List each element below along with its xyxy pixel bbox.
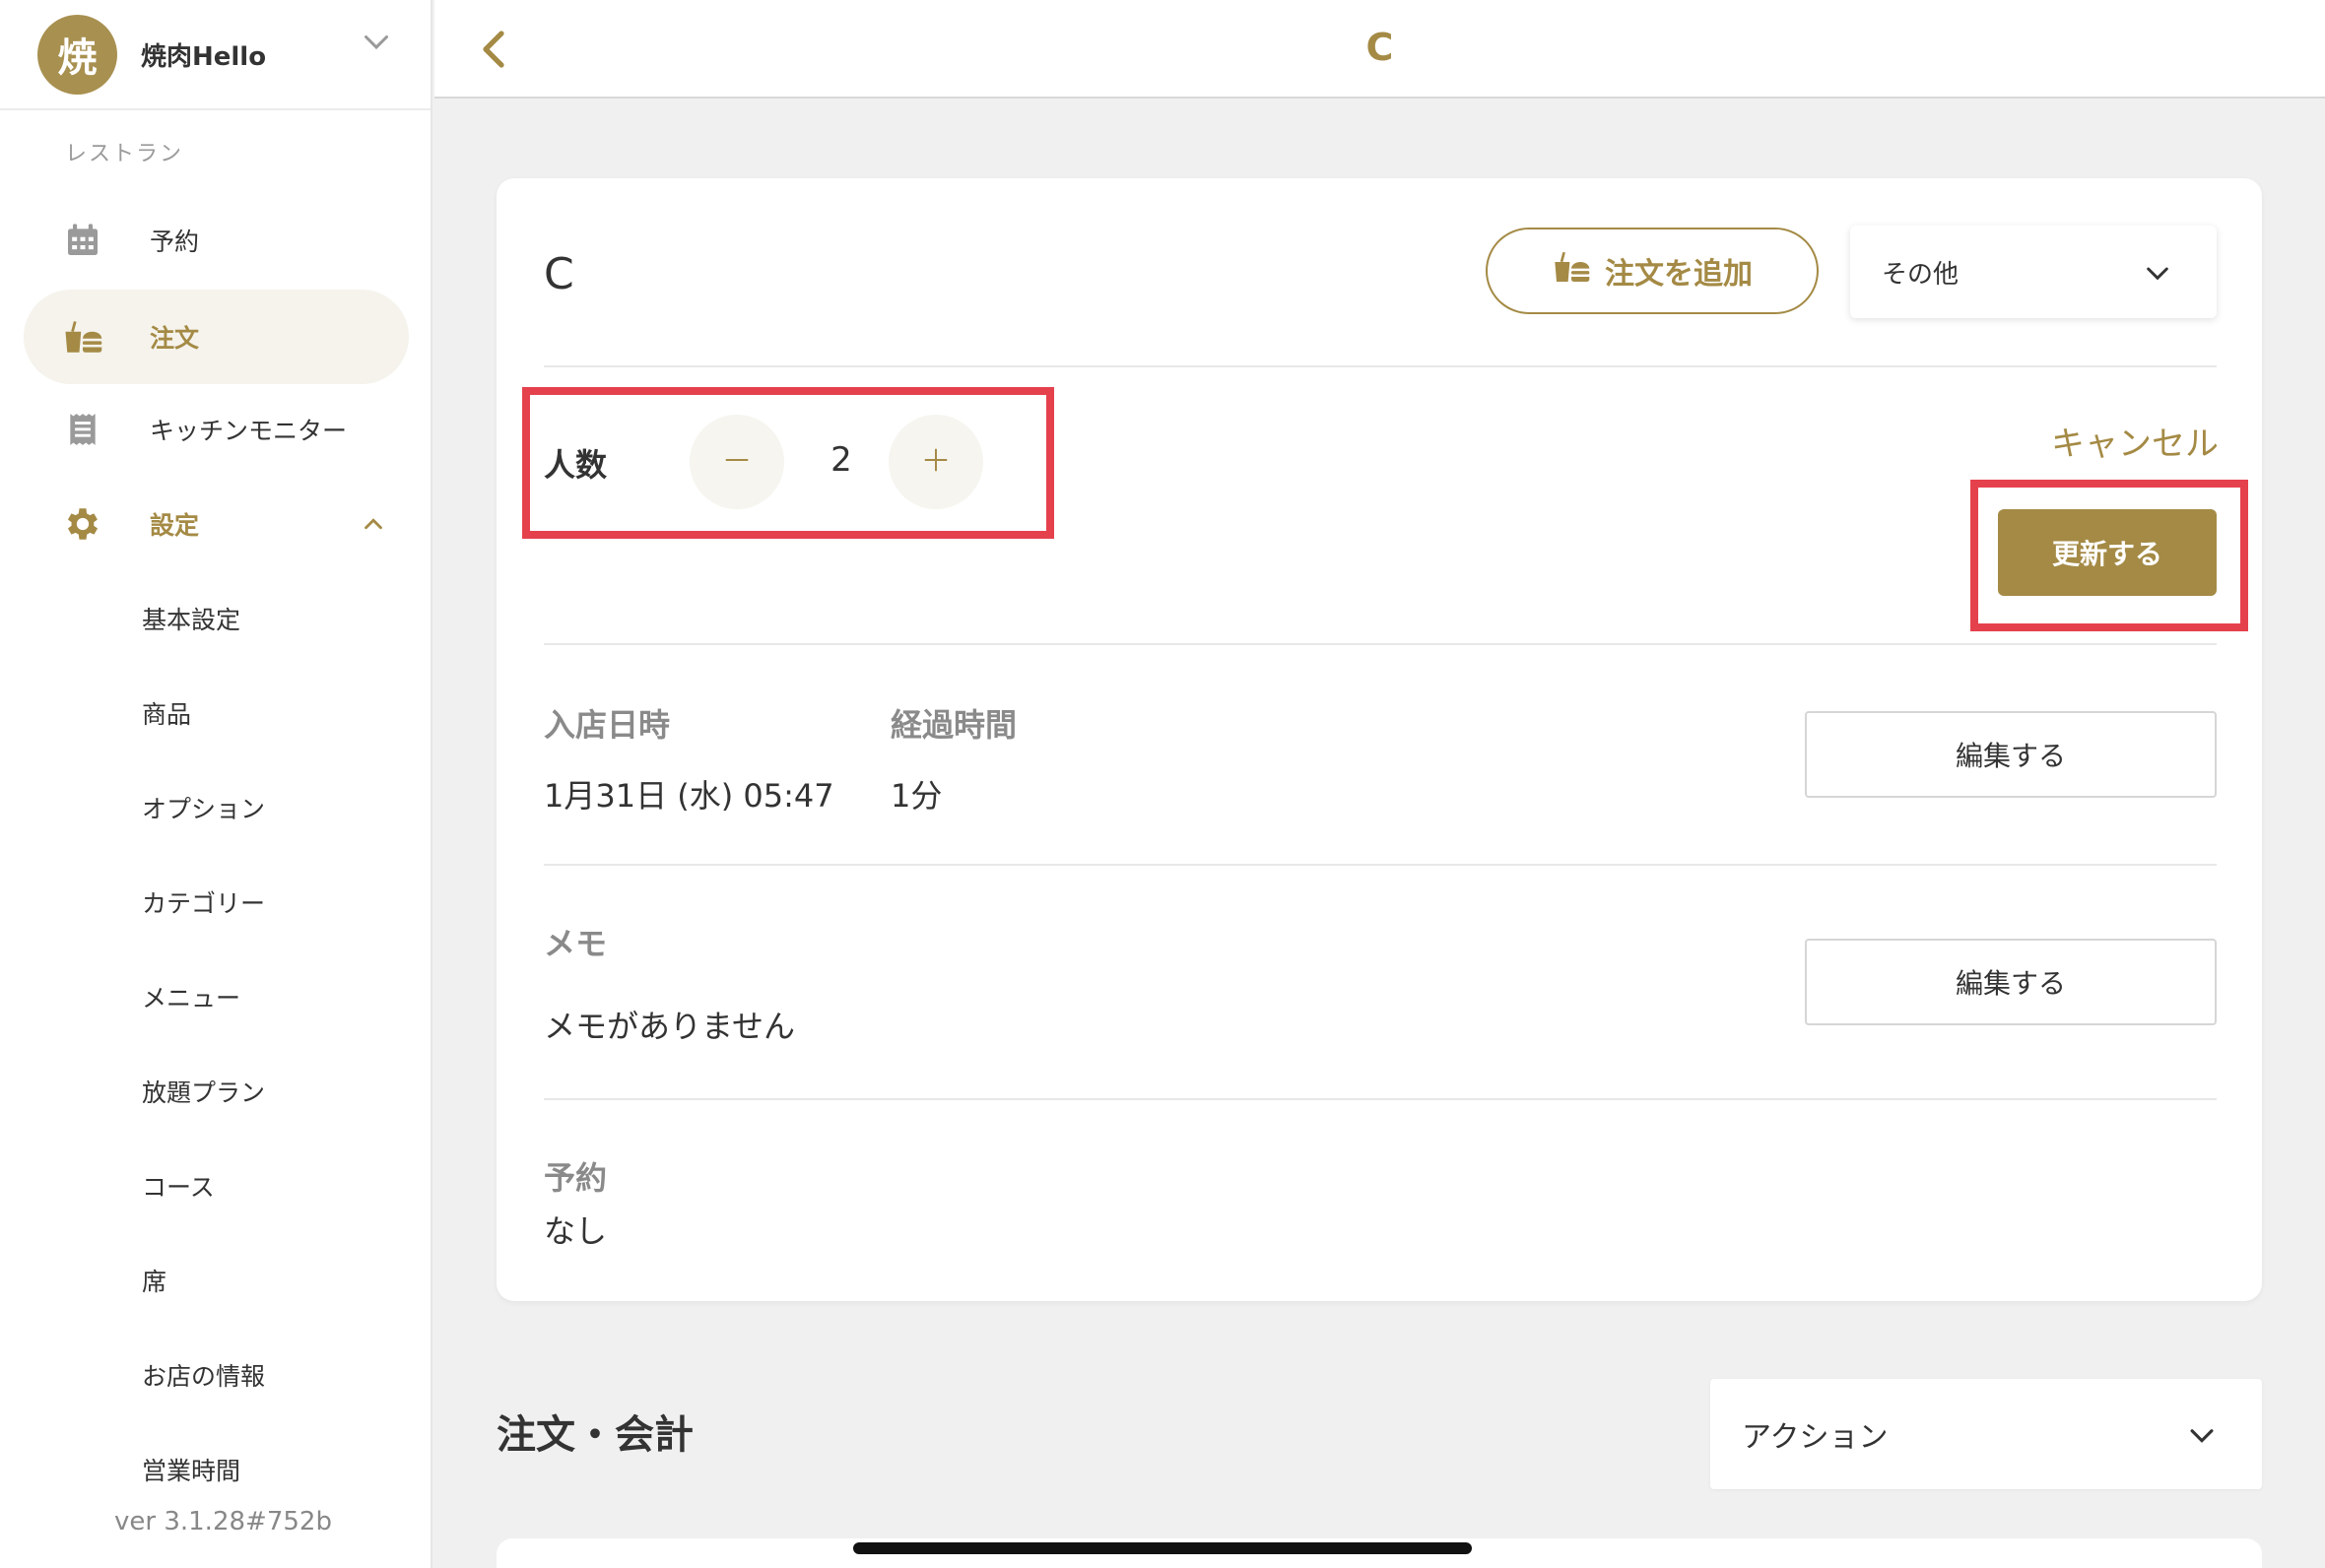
other-dropdown[interactable]: その他 <box>1850 226 2217 318</box>
avatar: 焼 <box>37 14 117 95</box>
page-title: C <box>1365 26 1394 69</box>
sidebar-subitem-categories[interactable]: カテゴリー <box>142 884 265 920</box>
action-dropdown[interactable]: アクション <box>1710 1379 2262 1489</box>
sidebar-subitem-all-you-can-plan[interactable]: 放題プラン <box>142 1074 265 1109</box>
gear-icon <box>61 502 104 546</box>
divider <box>544 864 2217 866</box>
sidebar-item-settings[interactable]: 設定 <box>24 477 409 571</box>
order-payment-title: 注文・会計 <box>497 1412 694 1458</box>
sidebar-item-label: 設定 <box>150 511 200 540</box>
sidebar-subitem-seats[interactable]: 席 <box>142 1263 166 1298</box>
sidebar-item-reservation[interactable]: 予約 <box>24 193 409 288</box>
sidebar: 焼 焼肉Hello レストラン 予約 注文 キッチンモニター 設定 基本設定 商… <box>0 0 432 1568</box>
home-indicator[interactable] <box>853 1542 1472 1554</box>
section-label-restaurant: レストラン <box>65 142 184 166</box>
memo-label: メモ <box>544 925 608 962</box>
receipt-icon <box>61 408 104 451</box>
divider <box>544 1098 2217 1100</box>
entry-time-value: 1月31日 (水) 05:47 <box>544 777 834 815</box>
top-bar: C <box>434 0 2325 98</box>
sidebar-subitem-basic-settings[interactable]: 基本設定 <box>142 601 240 636</box>
edit-memo-button[interactable]: 編集する <box>1805 939 2217 1025</box>
sidebar-subitem-course[interactable]: コース <box>142 1168 215 1204</box>
sidebar-subitem-products[interactable]: 商品 <box>142 695 191 731</box>
fastfood-icon <box>1552 247 1591 294</box>
elapsed-time-label: 経過時間 <box>891 706 1018 744</box>
chevron-down-icon[interactable] <box>359 24 394 59</box>
sidebar-subitem-shop-info[interactable]: お店の情報 <box>142 1357 265 1393</box>
add-order-button[interactable]: 注文を追加 <box>1486 228 1819 314</box>
highlight-box-update <box>1970 480 2248 631</box>
table-detail-card: C 注文を追加 その他 人数 2 キャンセル 更新する 入店日時 1月31日 (… <box>497 178 2262 1301</box>
sidebar-item-order[interactable]: 注文 <box>24 290 409 384</box>
sidebar-item-label: 予約 <box>150 228 200 256</box>
sidebar-item-kitchen-monitor[interactable]: キッチンモニター <box>24 382 409 477</box>
elapsed-time-value: 1分 <box>891 777 943 815</box>
memo-value: メモがありません <box>544 1008 796 1045</box>
highlight-box-people <box>522 387 1054 539</box>
calendar-icon <box>61 219 104 262</box>
sidebar-item-label: キッチンモニター <box>150 417 348 445</box>
reservation-label: 予約 <box>544 1159 608 1197</box>
sidebar-subitem-business-hours[interactable]: 営業時間 <box>142 1452 240 1487</box>
version-label: ver 3.1.28#752b <box>114 1507 332 1536</box>
sidebar-subitem-menu[interactable]: メニュー <box>142 979 240 1014</box>
edit-entry-time-button[interactable]: 編集する <box>1805 711 2217 798</box>
sidebar-subitem-options[interactable]: オプション <box>142 790 265 825</box>
entry-time-label: 入店日時 <box>544 706 671 744</box>
other-dropdown-value: その他 <box>1882 259 1960 290</box>
shop-name: 焼肉Hello <box>141 41 267 72</box>
add-order-label: 注文を追加 <box>1605 257 1753 292</box>
shop-switcher[interactable]: 焼 焼肉Hello <box>0 0 431 110</box>
cancel-link[interactable]: キャンセル <box>2051 417 2219 465</box>
action-dropdown-value: アクション <box>1742 1420 1889 1455</box>
fastfood-icon <box>61 315 104 359</box>
reservation-value: なし <box>544 1212 608 1250</box>
sidebar-item-label: 注文 <box>150 324 200 353</box>
chevron-down-icon <box>2147 267 2168 281</box>
chevron-up-icon[interactable] <box>359 509 388 539</box>
divider <box>544 365 2217 367</box>
chevron-down-icon <box>2190 1429 2214 1443</box>
divider <box>544 643 2217 645</box>
card-title: C <box>544 249 574 299</box>
